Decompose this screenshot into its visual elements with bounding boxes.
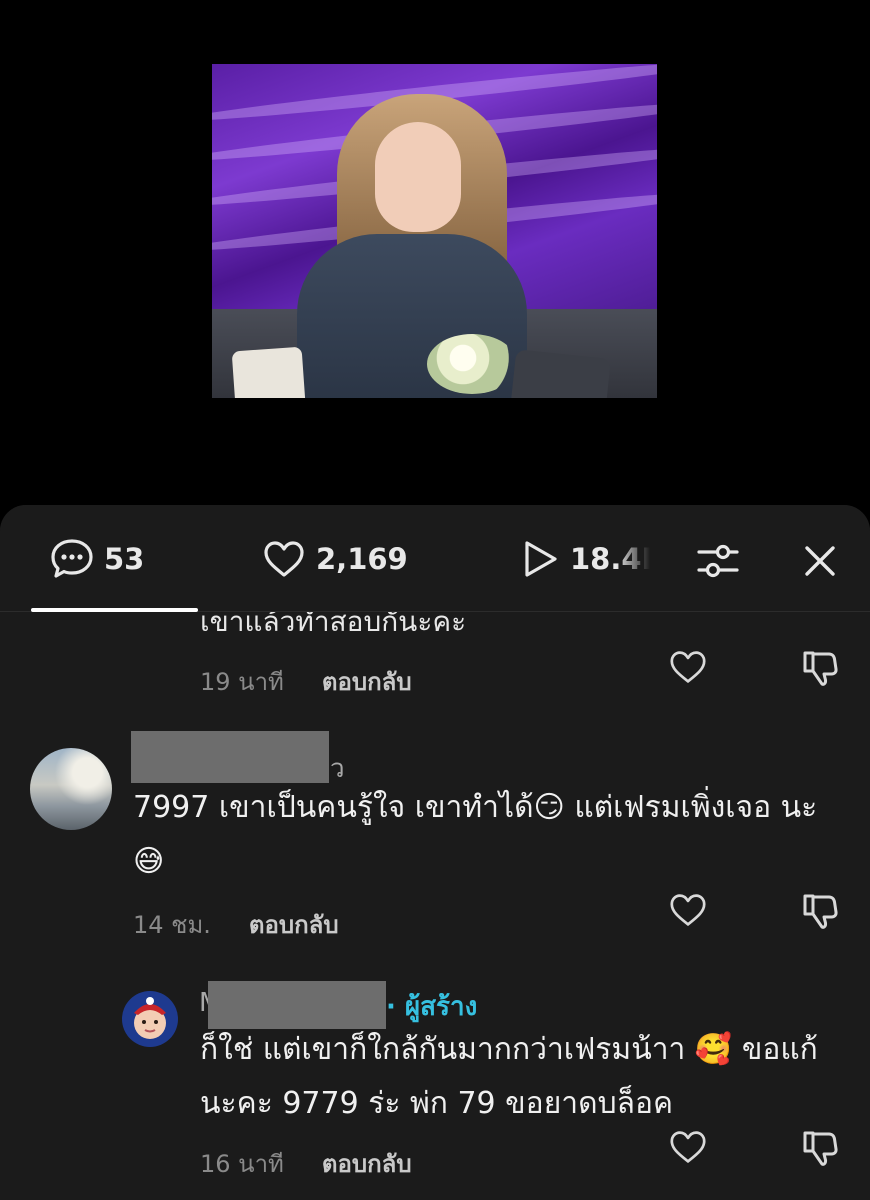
comments-sheet: 53 2,169 18.4K: [0, 505, 870, 1200]
tab-views[interactable]: 18.4K: [522, 539, 650, 579]
thumbs-down-icon: [803, 894, 838, 929]
reply-button[interactable]: ตอบกลับ: [322, 662, 412, 701]
comment-time: 19 นาที: [200, 668, 284, 696]
avatar[interactable]: [30, 748, 112, 830]
dislike-comment-button[interactable]: [798, 888, 842, 932]
comment-text: ก็ใช่ แต่เขาก็ใกล้กันมากกว่าเฟรมน้าา 🥰 ข…: [200, 1032, 818, 1121]
likes-count: 2,169: [316, 542, 408, 576]
username-redacted: [131, 731, 329, 783]
username-redacted: [208, 981, 386, 1029]
filter-icon[interactable]: [696, 539, 740, 583]
comment-time: 14 ชม.: [133, 911, 211, 939]
dislike-comment-button[interactable]: [798, 1125, 842, 1169]
tab-comments[interactable]: 53: [50, 539, 144, 579]
heart-icon: [670, 1131, 706, 1163]
like-comment-button[interactable]: [666, 888, 710, 932]
reply-button[interactable]: ตอบกลับ: [249, 905, 339, 944]
creator-badge: · ผู้สร้าง: [386, 992, 478, 1022]
reply-button[interactable]: ตอบกลับ: [322, 1144, 412, 1183]
close-icon[interactable]: [798, 539, 842, 583]
comment-time: 16 นาที: [200, 1150, 284, 1178]
tab-likes[interactable]: 2,169: [262, 539, 408, 579]
play-icon: [522, 539, 560, 579]
comment-meta: 19 นาที ตอบกลับ: [200, 662, 412, 701]
thumbs-down-icon: [803, 1131, 838, 1166]
comment-text: 7997 เขาเป็นคนรู้ใจ เขาทำได้😏 แต่เฟรมเพิ…: [133, 790, 818, 879]
comments-sheet-header: 53 2,169 18.4K: [0, 505, 870, 612]
active-tab-indicator: [31, 608, 198, 612]
avatar[interactable]: [122, 991, 178, 1047]
heart-icon: [670, 894, 706, 926]
like-comment-button[interactable]: [666, 645, 710, 689]
comments-count: 53: [104, 542, 145, 576]
video-area[interactable]: [0, 0, 870, 520]
comment-bubble-icon: [50, 538, 94, 580]
heart-icon: [262, 539, 306, 579]
comment-meta: 14 ชม. ตอบกลับ: [133, 905, 339, 944]
heart-icon: [670, 651, 706, 683]
comment-meta: 16 นาที ตอบกลับ: [200, 1144, 412, 1183]
dislike-comment-button[interactable]: [798, 645, 842, 689]
video-thumbnail[interactable]: [212, 64, 657, 398]
like-comment-button[interactable]: [666, 1125, 710, 1169]
thumbs-down-icon: [803, 651, 838, 686]
